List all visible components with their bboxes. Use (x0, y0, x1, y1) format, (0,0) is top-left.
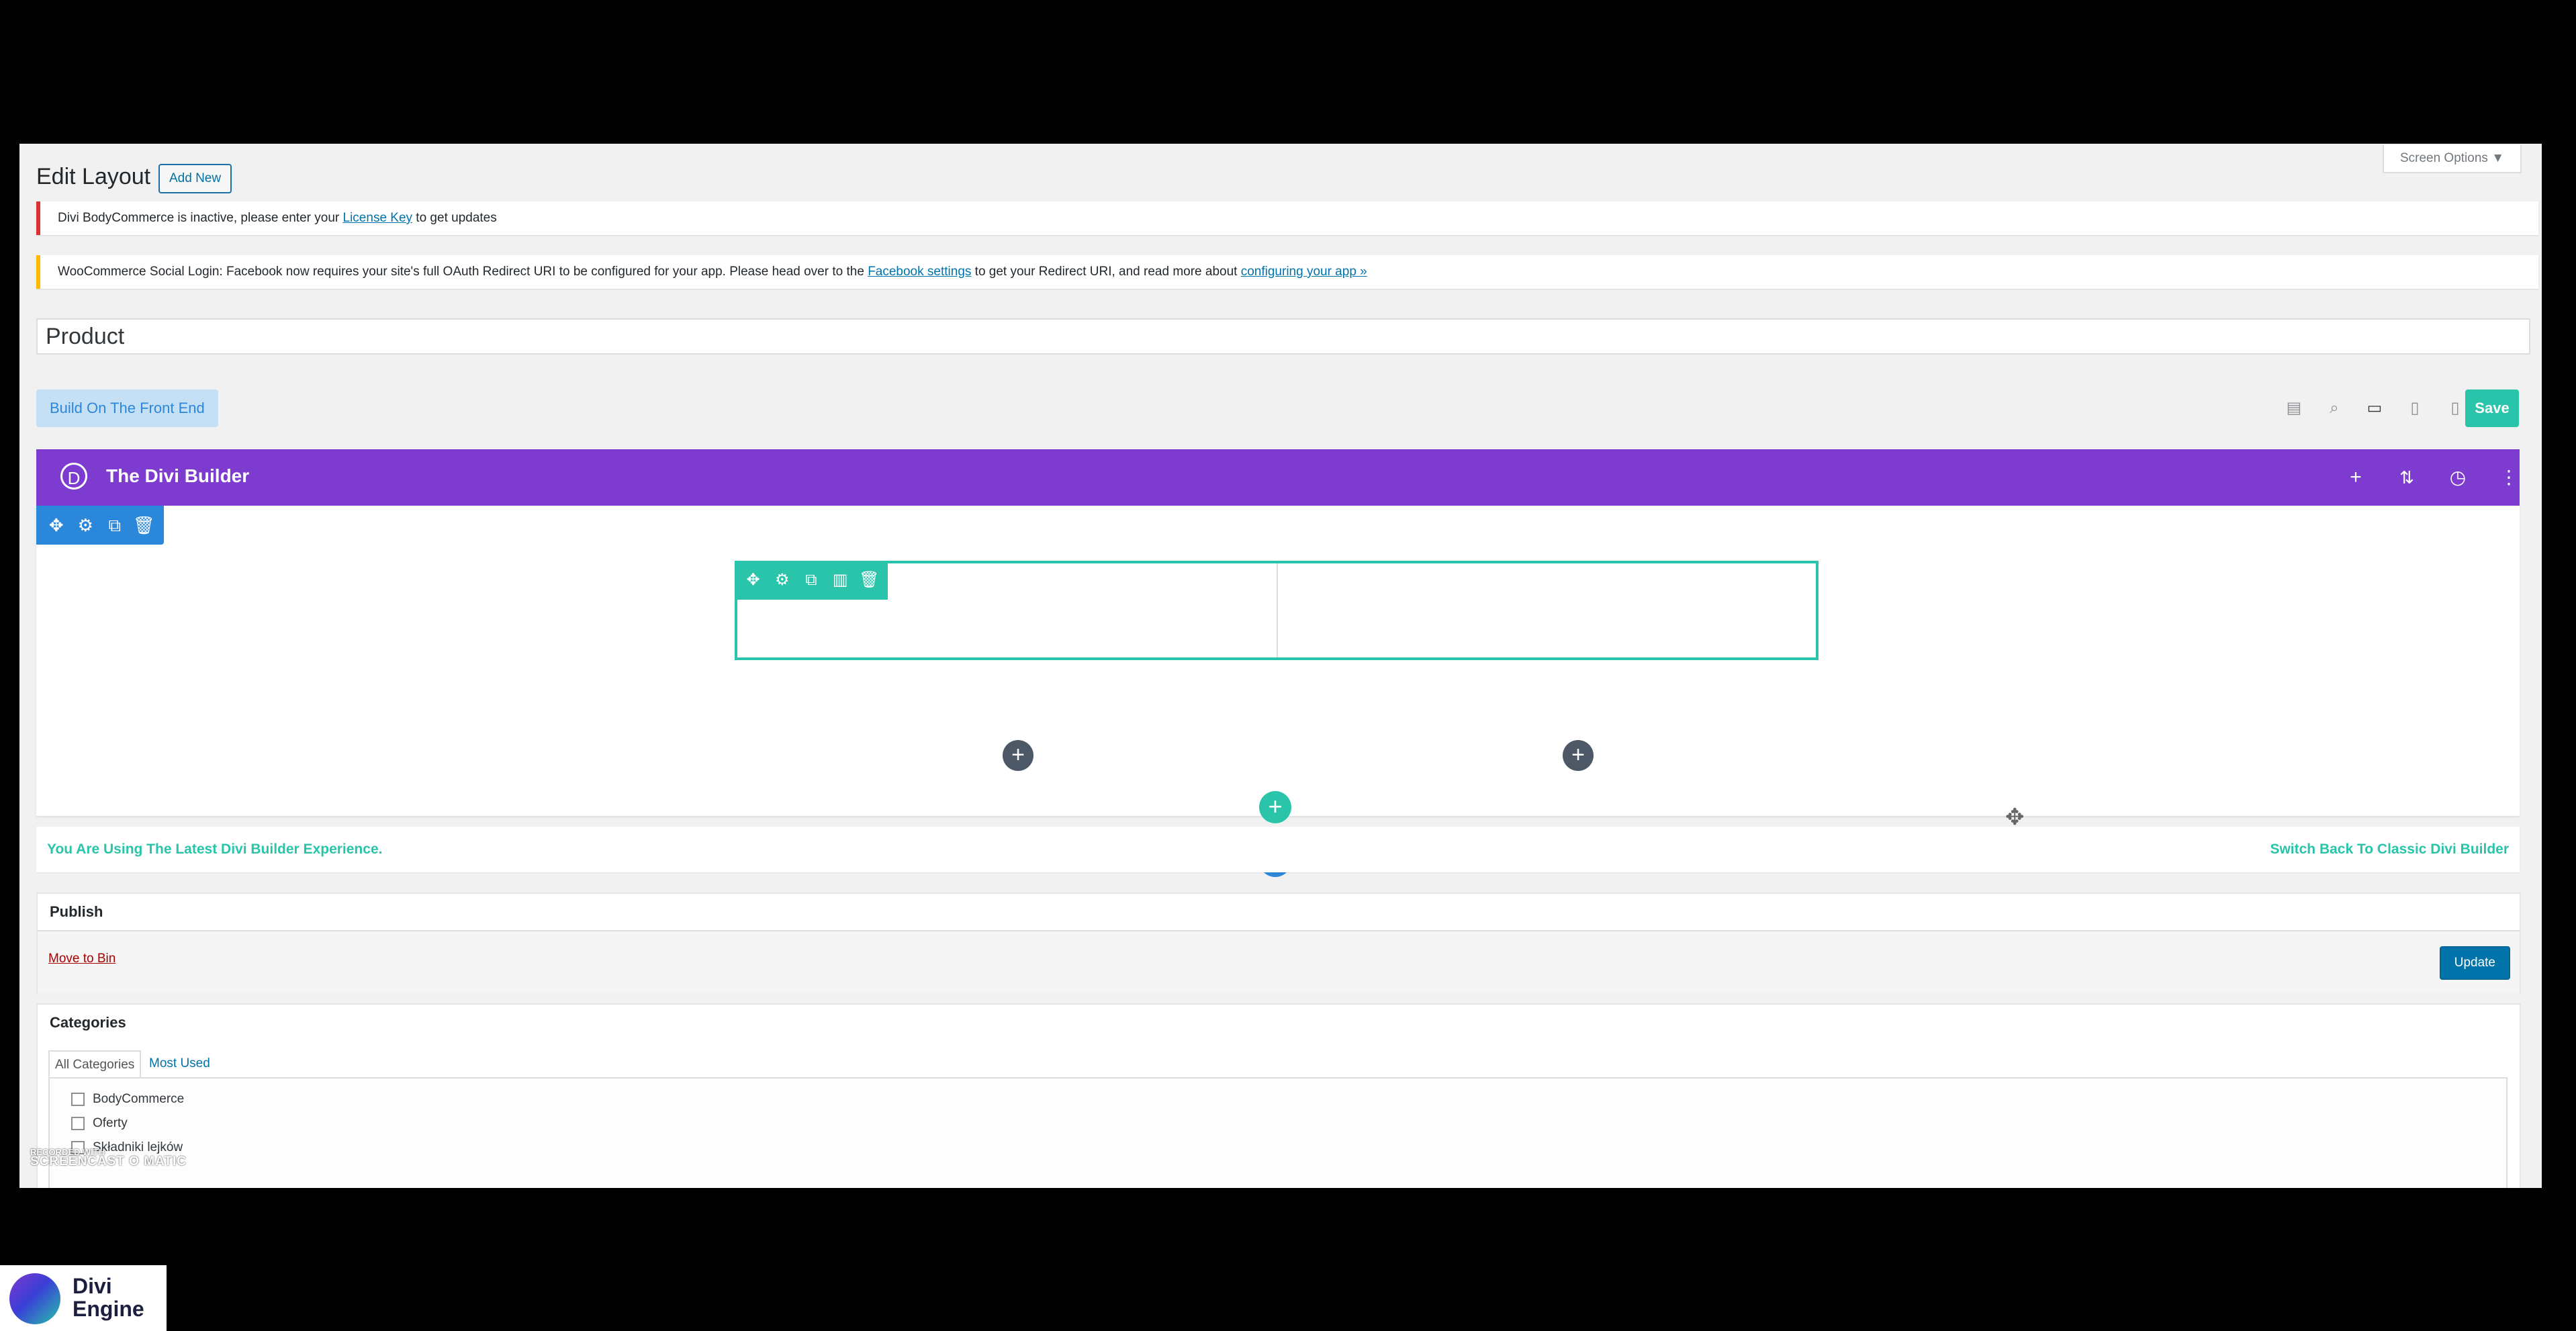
more-options-icon[interactable]: ⋮ (2495, 464, 2522, 491)
divi-engine-logo: Divi Engine (0, 1265, 167, 1331)
post-title-input[interactable]: Product (36, 318, 2530, 355)
latest-experience-text: You Are Using The Latest Divi Builder Ex… (47, 841, 383, 857)
phone-view-icon[interactable]: ▯ (2443, 396, 2467, 420)
save-button[interactable]: Save (2465, 389, 2519, 427)
row-columns-icon[interactable]: ▥ (829, 568, 852, 592)
add-module-right-button[interactable]: + (1563, 740, 1594, 771)
divi-builder-title: The Divi Builder (106, 465, 250, 486)
move-to-bin-link[interactable]: Move to Bin (48, 952, 116, 966)
brand-line1: Divi (73, 1274, 112, 1298)
publish-title: Publish (50, 903, 103, 920)
facebook-settings-link[interactable]: Facebook settings (868, 265, 971, 279)
wp-admin-screen: Edit Layout Add New Screen Options ▼ Div… (19, 144, 2542, 1188)
license-notice-suffix: to get updates (412, 211, 497, 225)
category-checklist: BodyCommerce Oferty Składniki lejków (48, 1077, 2508, 1188)
tablet-view-icon[interactable]: ▯ (2403, 396, 2427, 420)
categories-title: Categories (50, 1014, 126, 1031)
license-notice-text: Divi BodyCommerce is inactive, please en… (58, 211, 343, 225)
license-notice: Divi BodyCommerce is inactive, please en… (36, 201, 2538, 235)
publish-actions: Move to Bin Update (38, 930, 2520, 993)
category-label: BodyCommerce (93, 1092, 185, 1106)
add-module-left-button[interactable]: + (1003, 740, 1033, 771)
zoom-icon[interactable]: ⌕ (2322, 396, 2346, 420)
duplicate-icon[interactable]: ⧉ (103, 513, 127, 537)
divi-experience-bar: You Are Using The Latest Divi Builder Ex… (36, 827, 2520, 872)
social-notice-text: WooCommerce Social Login: Facebook now r… (58, 265, 868, 279)
tab-all-categories[interactable]: All Categories (48, 1050, 142, 1078)
add-icon[interactable]: + (2342, 464, 2369, 491)
row-move-icon[interactable]: ✥ (742, 568, 765, 592)
move-icon[interactable]: ✥ (44, 513, 68, 537)
settings-icon[interactable]: ⚙ (73, 513, 97, 537)
history-icon[interactable]: ◷ (2444, 464, 2471, 491)
tab-most-used[interactable]: Most Used (149, 1050, 210, 1077)
screen-options-button[interactable]: Screen Options ▼ (2382, 145, 2522, 173)
category-label: Oferty (93, 1116, 128, 1130)
category-item[interactable]: Oferty (71, 1116, 128, 1131)
watermark-line2: SCREENCAST O MATIC (30, 1154, 187, 1168)
desktop-view-icon[interactable]: ▭ (2362, 396, 2387, 420)
delete-icon[interactable]: 🗑 (132, 513, 156, 537)
category-item[interactable]: BodyCommerce (71, 1092, 184, 1107)
row-duplicate-icon[interactable]: ⧉ (800, 568, 823, 592)
divi-logo-icon: D (60, 463, 87, 490)
wireframe-view-icon[interactable]: ▤ (2282, 396, 2306, 420)
row-container[interactable] (735, 561, 1819, 660)
brand-line2: Engine (73, 1297, 144, 1321)
section-toolbar: ✥ ⚙ ⧉ 🗑 (36, 506, 164, 545)
column-divider (1277, 563, 1278, 657)
page-title: Edit Layout (36, 164, 151, 189)
add-row-button[interactable]: + (1259, 791, 1291, 823)
row-delete-icon[interactable]: 🗑 (858, 568, 880, 592)
social-notice-middle: to get your Redirect URI, and read more … (971, 265, 1241, 279)
divi-engine-logo-icon (9, 1273, 60, 1324)
add-new-button[interactable]: Add New (158, 164, 232, 193)
categories-panel: Categories All Categories Most Used Body… (36, 1003, 2521, 1188)
sort-icon[interactable]: ⇅ (2393, 464, 2420, 491)
switch-classic-link[interactable]: Switch Back To Classic Divi Builder (2270, 841, 2509, 858)
recording-watermark: RECORDED WITH SCREENCAST O MATIC (30, 1148, 187, 1168)
build-front-end-button[interactable]: Build On The Front End (36, 389, 218, 427)
license-key-link[interactable]: License Key (343, 211, 413, 225)
social-login-notice: WooCommerce Social Login: Facebook now r… (36, 255, 2538, 289)
row-settings-icon[interactable]: ⚙ (771, 568, 794, 592)
category-checkbox[interactable] (71, 1093, 85, 1106)
configuring-app-link[interactable]: configuring your app » (1241, 265, 1367, 279)
divi-builder-header: D The Divi Builder + ⇅ ◷ ⋮ (36, 449, 2520, 506)
category-checkbox[interactable] (71, 1117, 85, 1130)
publish-panel: Publish Move to Bin Update (36, 892, 2521, 993)
row-toolbar: ✥ ⚙ ⧉ ▥ 🗑 (735, 561, 888, 600)
divi-builder-canvas: ✥ ⚙ ⧉ 🗑 ✥ ⚙ ⧉ ▥ 🗑 + + + + ✥ f t G+ + (36, 506, 2520, 939)
brand-text: Divi Engine (73, 1275, 144, 1320)
update-button[interactable]: Update (2439, 946, 2510, 980)
